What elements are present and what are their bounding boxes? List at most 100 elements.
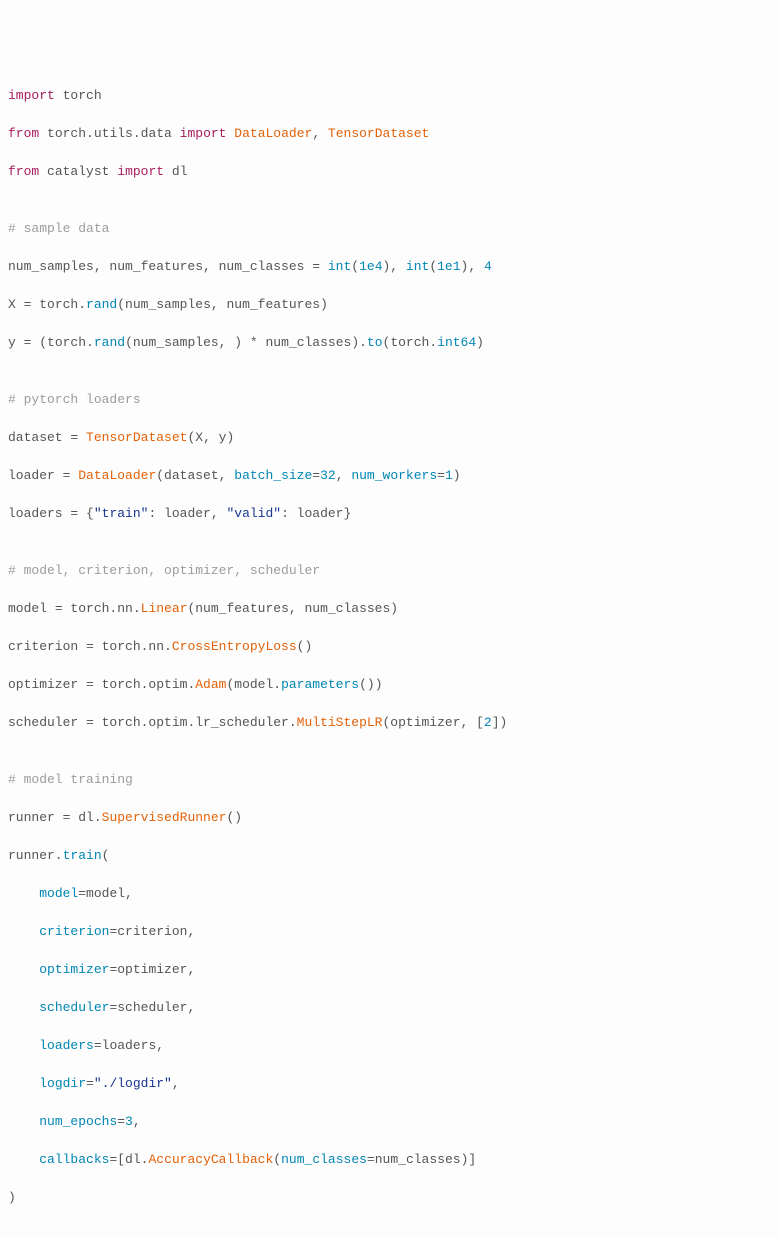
kw-from: from — [8, 126, 39, 141]
code-line: # pytorch loaders — [8, 390, 771, 409]
op: ), — [461, 259, 484, 274]
args: (num_samples, num_features) — [117, 297, 328, 312]
expr: (num_samples, ) — [125, 335, 250, 350]
expr: : loader, — [148, 506, 226, 521]
t — [55, 88, 63, 103]
kw-import: import — [8, 88, 55, 103]
class-name: DataLoader — [78, 468, 156, 483]
op: = — [86, 639, 94, 654]
expr: : loader} — [281, 506, 351, 521]
var: scheduler — [8, 715, 86, 730]
code-line: loader = DataLoader(dataset, batch_size=… — [8, 466, 771, 485]
kw-from: from — [8, 164, 39, 179]
comment: # sample data — [8, 221, 109, 236]
op: , — [336, 468, 352, 483]
class-name: SupervisedRunner — [102, 810, 227, 825]
op: ( — [429, 259, 437, 274]
op: = — [437, 468, 445, 483]
fn: int — [328, 259, 351, 274]
var: runner. — [8, 848, 63, 863]
op: ) — [8, 1190, 16, 1205]
expr: (torch. — [383, 335, 438, 350]
val: model, — [86, 886, 133, 901]
op: = — [109, 1000, 117, 1015]
args: () — [297, 639, 313, 654]
code-line: X = torch.rand(num_samples, num_features… — [8, 295, 771, 314]
indent — [8, 1000, 39, 1015]
op: ()) — [359, 677, 382, 692]
indent — [8, 962, 39, 977]
op: ) — [476, 335, 484, 350]
code-line: model=model, — [8, 884, 771, 903]
val: scheduler, — [117, 1000, 195, 1015]
code-line: # model, criterion, optimizer, scheduler — [8, 561, 771, 580]
code-line: # sample data — [8, 219, 771, 238]
indent — [8, 1038, 39, 1053]
var: model — [8, 601, 55, 616]
op: = — [55, 601, 63, 616]
var: loaders — [8, 506, 70, 521]
expr: (optimizer, [ — [383, 715, 484, 730]
val: loaders, — [102, 1038, 164, 1053]
kwarg: callbacks — [39, 1152, 109, 1167]
op: , — [133, 1114, 141, 1129]
mod: torch — [63, 88, 102, 103]
code-line: from catalyst import dl — [8, 162, 771, 181]
kwarg: model — [39, 886, 78, 901]
var: loader — [8, 468, 63, 483]
num: 4 — [484, 259, 492, 274]
expr: num_classes). — [258, 335, 367, 350]
sp — [320, 259, 328, 274]
op: = — [109, 924, 117, 939]
code-line: num_samples, num_features, num_classes =… — [8, 257, 771, 276]
class-name: Adam — [195, 677, 226, 692]
code-line: num_epochs=3, — [8, 1112, 771, 1131]
kwarg: criterion — [39, 924, 109, 939]
args: (X, y) — [187, 430, 234, 445]
fn: rand — [94, 335, 125, 350]
comment: # model training — [8, 772, 133, 787]
val: optimizer, — [117, 962, 195, 977]
op: = — [117, 1114, 125, 1129]
code-line: optimizer=optimizer, — [8, 960, 771, 979]
code-line: ) — [8, 1188, 771, 1207]
expr: (model. — [226, 677, 281, 692]
op: ( — [102, 848, 110, 863]
kwarg: num_classes — [281, 1152, 367, 1167]
code-line: y = (torch.rand(num_samples, ) * num_cla… — [8, 333, 771, 352]
code-line: runner.train( — [8, 846, 771, 865]
val: num_classes)] — [375, 1152, 476, 1167]
var: dataset — [8, 430, 70, 445]
indent — [8, 886, 39, 901]
sep: , — [312, 126, 328, 141]
var: optimizer — [8, 677, 86, 692]
mod-path: catalyst — [47, 164, 109, 179]
class-name: MultiStepLR — [297, 715, 383, 730]
expr: dl. — [70, 810, 101, 825]
vars: num_samples, num_features, num_classes — [8, 259, 312, 274]
num: 32 — [320, 468, 336, 483]
kwarg: optimizer — [39, 962, 109, 977]
op: { — [78, 506, 94, 521]
val: criterion, — [117, 924, 195, 939]
num: 3 — [125, 1114, 133, 1129]
expr: (dataset, — [156, 468, 234, 483]
op: = — [312, 259, 320, 274]
code-line: loaders = {"train": loader, "valid": loa… — [8, 504, 771, 523]
args: (num_features, num_classes) — [187, 601, 398, 616]
comment: # model, criterion, optimizer, scheduler — [8, 563, 320, 578]
op: = — [86, 677, 94, 692]
code-line: model = torch.nn.Linear(num_features, nu… — [8, 599, 771, 618]
indent — [8, 1076, 39, 1091]
expr: torch.optim. — [94, 677, 195, 692]
expr: torch. — [31, 297, 86, 312]
op: = — [109, 1152, 117, 1167]
class-name: DataLoader — [234, 126, 312, 141]
code-line: import torch — [8, 86, 771, 105]
class-name: CrossEntropyLoss — [172, 639, 297, 654]
op: ]) — [492, 715, 508, 730]
expr: (torch. — [31, 335, 93, 350]
num: 1e1 — [437, 259, 460, 274]
class-name: Linear — [141, 601, 188, 616]
op: ( — [351, 259, 359, 274]
